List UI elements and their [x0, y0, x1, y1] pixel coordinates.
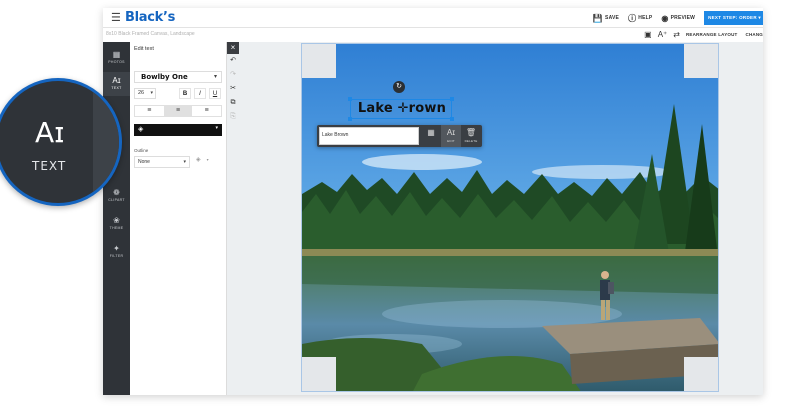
rail-item-filter[interactable]: ✦ FILTER: [103, 240, 130, 264]
edit-label: EDIT: [447, 139, 455, 143]
save-label: SAVE: [605, 15, 620, 21]
preview-label: PREVIEW: [670, 15, 696, 21]
add-text-icon[interactable]: A⁺: [658, 30, 668, 39]
chevron-down-icon: ▾: [213, 74, 217, 80]
photos-icon: ▦: [112, 50, 121, 59]
edit-button[interactable]: Aɪ EDIT: [441, 125, 461, 147]
delete-label: DELETE: [464, 139, 478, 143]
canvas-area[interactable]: [301, 43, 719, 392]
canvas-text: Lake ✛rown: [357, 101, 447, 116]
top-bar: ☰ Black’s 💾 SAVE ⓘ HELP ◉ PREVIEW NEXT S…: [103, 8, 763, 28]
copy-icon[interactable]: ⧉: [227, 96, 239, 110]
trash-icon: 🗑: [465, 128, 477, 137]
sub-bar: 8x10 Black Framed Canvas, Landscape ▣ A⁺…: [103, 28, 763, 42]
stage: ☰ Black’s 💾 SAVE ⓘ HELP ◉ PREVIEW NEXT S…: [0, 0, 786, 410]
grid-button[interactable]: ▦: [421, 125, 441, 147]
font-size-select[interactable]: 26 ▾: [134, 88, 156, 99]
eye-icon: ◉: [661, 13, 669, 23]
rail-item-theme[interactable]: ❀ THEME: [103, 212, 130, 236]
change-button[interactable]: CHANG: [746, 32, 764, 37]
align-left-icon[interactable]: ≡: [135, 106, 164, 116]
callout-label: TEXT: [32, 159, 67, 173]
chevron-down-icon: ▾: [215, 125, 218, 131]
delete-button[interactable]: 🗑 DELETE: [461, 125, 481, 147]
shuffle-icon[interactable]: ⇄: [673, 30, 680, 39]
sub-actions: ▣ A⁺ ⇄ REARRANGE LAYOUT CHANG: [644, 30, 763, 39]
help-icon: ⓘ: [628, 13, 637, 23]
paint-bucket-icon: ◈: [138, 126, 144, 133]
underline-button[interactable]: U: [209, 88, 221, 99]
corner-mask: [684, 357, 718, 391]
outline-value: None: [138, 159, 150, 165]
rearrange-layout-button[interactable]: REARRANGE LAYOUT: [686, 32, 738, 37]
next-step-order-button[interactable]: NEXT STEP: ORDER ▾: [704, 11, 763, 25]
panel-title: Edit text: [134, 46, 154, 52]
edit-text-panel: Edit text × Bowlby One ▾ 26 ▾ B I U ≡ ≡ …: [130, 42, 239, 395]
align-center-icon[interactable]: ≡: [163, 106, 193, 116]
paste-icon[interactable]: ⎘: [227, 110, 239, 124]
corner-mask: [302, 357, 336, 391]
grid-icon: ▦: [427, 128, 435, 137]
text-icon: Aɪ: [35, 116, 65, 149]
palette-icon: ❀: [113, 216, 120, 225]
chevron-down-icon: ▾: [150, 90, 153, 96]
text-color-picker[interactable]: ◈ ▾: [134, 124, 222, 136]
rail-label: THEME: [109, 226, 124, 230]
scissors-icon[interactable]: ✂: [227, 82, 239, 96]
help-label: HELP: [638, 15, 653, 21]
text-input[interactable]: Lake Brown: [319, 127, 419, 145]
rail-label: PHOTOS: [108, 60, 125, 64]
layout-image-icon[interactable]: ▣: [644, 30, 652, 39]
bold-button[interactable]: B: [179, 88, 191, 99]
redo-icon[interactable]: ↷: [227, 68, 239, 82]
rotate-handle-icon[interactable]: ↻: [393, 81, 405, 93]
outline-color-picker[interactable]: ◈ ▾: [196, 156, 209, 163]
top-actions: 💾 SAVE ⓘ HELP ◉ PREVIEW NEXT STEP: ORDER…: [593, 11, 763, 25]
app-window: ☰ Black’s 💾 SAVE ⓘ HELP ◉ PREVIEW NEXT S…: [103, 8, 763, 395]
chevron-down-icon: ▾: [206, 157, 209, 162]
alignment-group: ≡ ≡ ≡: [134, 105, 222, 117]
brand-logo[interactable]: Black’s: [125, 10, 175, 25]
breadcrumb: 8x10 Black Framed Canvas, Landscape: [106, 31, 195, 37]
align-right-icon[interactable]: ≡: [192, 106, 221, 116]
text-edit-popup: Lake Brown ▦ Aɪ EDIT 🗑 DELETE: [317, 125, 482, 147]
tool-column: ↶ ↷ ✂ ⧉ ⎘: [227, 54, 239, 124]
rail-label: FILTER: [109, 254, 124, 258]
font-value: Bowlby One: [141, 73, 188, 81]
landscape-photo: [302, 44, 718, 391]
sparkle-icon: ✦: [113, 244, 120, 253]
font-size-value: 26: [138, 90, 145, 96]
save-button[interactable]: 💾 SAVE: [593, 14, 619, 23]
chevron-down-icon: ▾: [183, 159, 186, 165]
callout-edge: [93, 81, 119, 203]
help-button[interactable]: ⓘ HELP: [628, 13, 652, 24]
text-tool-callout: Aɪ TEXT: [0, 78, 122, 206]
save-icon: 💾: [592, 13, 604, 23]
preview-button[interactable]: ◉ PREVIEW: [661, 14, 695, 23]
paint-bucket-icon: ◈: [196, 157, 201, 163]
italic-button[interactable]: I: [194, 88, 206, 99]
canvas-text-box[interactable]: Lake ✛rown: [348, 97, 454, 121]
rail-item-photos[interactable]: ▦ PHOTOS: [103, 46, 130, 70]
corner-mask: [684, 44, 718, 78]
text-edit-icon: Aɪ: [446, 128, 456, 137]
close-icon[interactable]: ×: [227, 42, 239, 54]
hamburger-icon[interactable]: ☰: [111, 12, 121, 24]
outline-select[interactable]: None ▾: [134, 156, 190, 168]
font-select[interactable]: Bowlby One ▾: [134, 71, 222, 83]
undo-icon[interactable]: ↶: [227, 54, 239, 68]
corner-mask: [302, 44, 336, 78]
outline-label: Outline: [134, 148, 149, 153]
